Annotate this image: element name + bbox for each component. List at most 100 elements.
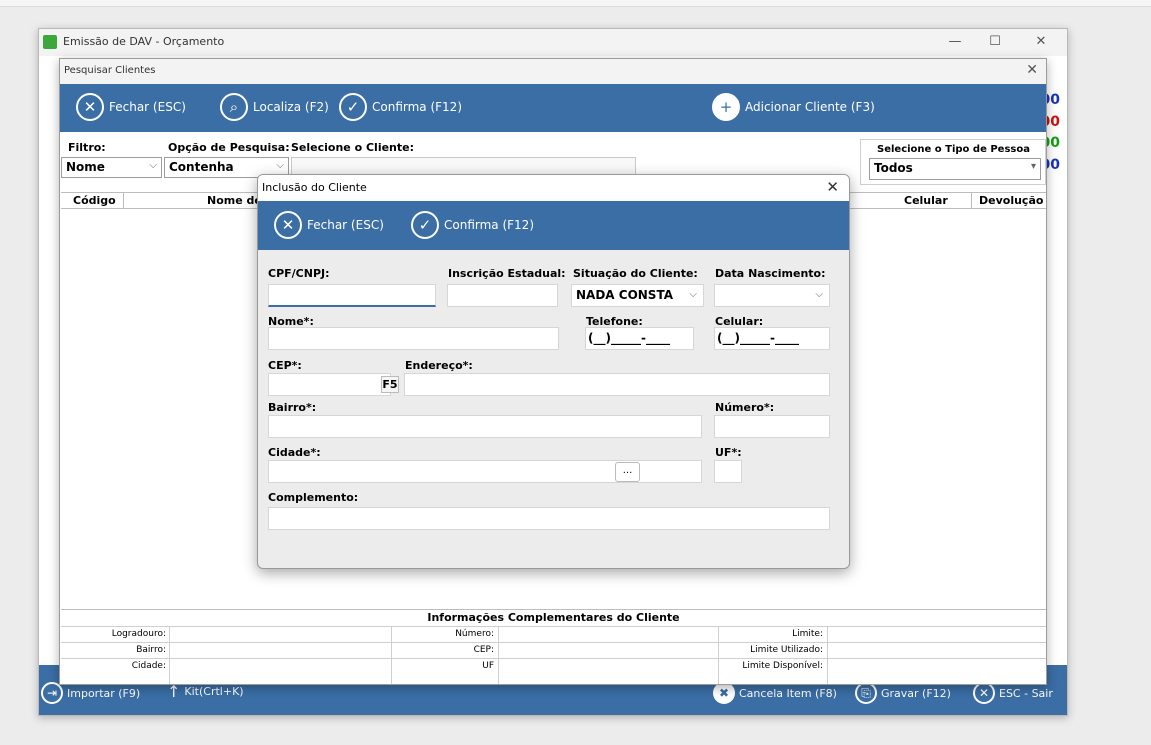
situacao-value: NADA CONSTA (576, 288, 673, 302)
main-window-title: Emissão de DAV - Orçamento (63, 35, 225, 48)
inclusao-title-bar: Inclusão do Cliente ✕ (258, 175, 849, 201)
fechar-label: Fechar (ESC) (109, 100, 186, 114)
endereco-input[interactable] (404, 373, 830, 396)
kit-label: Kit(Crtl+K) (184, 685, 244, 698)
numero-label: Número*: (715, 401, 775, 414)
import-icon: ⇥ (41, 682, 63, 704)
opcao-value: Contenha (169, 160, 234, 174)
fechar-button[interactable]: ✕ Fechar (ESC) (76, 93, 186, 121)
close-icon: ✕ (274, 211, 302, 239)
cep-label: CEP*: (268, 359, 302, 372)
numero-input[interactable] (714, 415, 830, 438)
inclusao-fechar-button[interactable]: ✕ Fechar (ESC) (274, 211, 384, 239)
cidade-label: Cidade*: (268, 446, 321, 459)
gravar-button[interactable]: ⎘ Gravar (F12) (855, 682, 951, 704)
sair-label: ESC - Sair (999, 686, 1053, 700)
importar-button[interactable]: ⇥ Importar (F9) (41, 682, 140, 704)
sair-button[interactable]: ✕ ESC - Sair (973, 682, 1053, 704)
maximize-button[interactable]: ☐ (975, 32, 1015, 52)
inclusao-cliente-dialog: Inclusão do Cliente ✕ ✕ Fechar (ESC) ✓ C… (257, 174, 850, 569)
cep-info-label: CEP: (473, 645, 494, 655)
importar-label: Importar (F9) (67, 686, 141, 700)
inscricao-input[interactable] (447, 284, 558, 307)
celular-input[interactable]: (__)_____-____ (714, 327, 830, 350)
telefone-input[interactable]: (__)_____-____ (585, 327, 694, 350)
cpf-label: CPF/CNPJ: (268, 267, 330, 280)
adicionar-label: Adicionar Cliente (F3) (745, 100, 875, 114)
limite-label: Limite: (792, 629, 823, 639)
inclusao-confirma-button[interactable]: ✓ Confirma (F12) (411, 211, 534, 239)
complemento-input[interactable] (268, 507, 830, 530)
close-button[interactable]: ✕ (1021, 32, 1061, 52)
tipo-pessoa-select[interactable]: Todos ▾ (869, 158, 1041, 180)
tipo-pessoa-label: Selecione o Tipo de Pessoa (877, 144, 1030, 155)
uf-label: UF*: (715, 446, 742, 459)
uf-input[interactable] (714, 460, 742, 483)
uf-info-label: UF (482, 661, 494, 671)
info-complementares-table: Logradouro: Número: Limite: Bairro: CEP:… (61, 626, 1046, 684)
inclusao-confirma-label: Confirma (F12) (444, 218, 534, 232)
situacao-select[interactable]: NADA CONSTA ⌵ (571, 284, 704, 307)
exit-icon: ✕ (973, 682, 995, 704)
screen-top-edge (0, 0, 1151, 7)
minimize-button[interactable]: — (935, 32, 975, 52)
inscricao-label: Inscrição Estadual: (448, 267, 566, 280)
search-title-bar: Pesquisar Clientes ✕ (60, 59, 1046, 84)
search-toolbar: ✕ Fechar (ESC) ⌕ Localiza (F2) ✓ Confirm… (60, 84, 1046, 132)
check-icon: ✓ (339, 93, 367, 121)
search-window-title: Pesquisar Clientes (64, 65, 156, 76)
search-icon: ⌕ (220, 93, 248, 121)
limite-utilizado-label: Limite Utilizado: (750, 645, 823, 655)
col-separator (123, 193, 124, 209)
cancela-item-button[interactable]: ✖ Cancela Item (F8) (713, 682, 837, 704)
check-icon: ✓ (411, 211, 439, 239)
main-title-bar: Emissão de DAV - Orçamento — ☐ ✕ (39, 29, 1067, 56)
endereco-label: Endereço*: (405, 359, 473, 372)
col-devolucao[interactable]: Devolução (979, 194, 1043, 207)
nascimento-date-picker[interactable]: ⌵ (714, 284, 830, 307)
inclusao-fechar-label: Fechar (ESC) (307, 218, 384, 232)
app-icon (43, 35, 57, 49)
search-close-button[interactable]: ✕ (1026, 62, 1038, 78)
inclusao-title: Inclusão do Cliente (262, 181, 367, 194)
localiza-label: Localiza (F2) (253, 100, 329, 114)
bairro-label: Bairro*: (268, 401, 317, 414)
bairro-info-label: Bairro: (136, 645, 166, 655)
nome-input[interactable] (268, 327, 559, 350)
save-icon: ⎘ (855, 682, 877, 704)
cep-search-button[interactable]: F5 (381, 376, 399, 393)
chevron-down-icon: ⌵ (149, 160, 157, 171)
logradouro-label: Logradouro: (111, 629, 166, 639)
cep-input[interactable]: F5 (268, 373, 399, 396)
cancela-label: Cancela Item (F8) (739, 686, 837, 700)
nascimento-label: Data Nascimento: (715, 267, 826, 280)
col-nome[interactable]: Nome do (207, 194, 262, 207)
inclusao-close-button[interactable]: ✕ (826, 178, 839, 196)
confirma-label: Confirma (F12) (372, 100, 462, 114)
col-separator (971, 193, 972, 209)
col-celular[interactable]: Celular (904, 194, 948, 207)
opcao-label: Opção de Pesquisa: (168, 141, 290, 154)
bairro-input[interactable] (268, 415, 702, 438)
cidade-input[interactable]: ... (268, 460, 702, 483)
filtro-label: Filtro: (68, 141, 106, 154)
close-icon: ✕ (76, 93, 104, 121)
filtro-select[interactable]: Nome ⌵ (61, 157, 162, 178)
chevron-down-icon: ⌵ (689, 289, 697, 300)
info-row: Bairro: CEP: Limite Utilizado: (61, 642, 1046, 658)
info-row: Logradouro: Número: Limite: (61, 626, 1046, 642)
cidade-info-label: Cidade: (131, 661, 166, 671)
localiza-button[interactable]: ⌕ Localiza (F2) (220, 93, 329, 121)
confirma-button[interactable]: ✓ Confirma (F12) (339, 93, 462, 121)
limite-disponivel-label: Limite Disponível: (742, 661, 823, 671)
situacao-label: Situação do Cliente: (573, 267, 698, 280)
cpf-input[interactable] (268, 284, 436, 307)
add-icon: + (712, 93, 740, 121)
cidade-lookup-button[interactable]: ... (615, 462, 640, 482)
col-codigo[interactable]: Código (73, 194, 116, 207)
inclusao-toolbar: ✕ Fechar (ESC) ✓ Confirma (F12) (258, 201, 849, 250)
chevron-down-icon: ⌵ (276, 160, 284, 171)
info-complementares-title: Informações Complementares do Cliente (61, 609, 1046, 626)
chevron-down-icon: ▾ (1030, 161, 1036, 172)
adicionar-cliente-button[interactable]: + Adicionar Cliente (F3) (712, 93, 875, 121)
